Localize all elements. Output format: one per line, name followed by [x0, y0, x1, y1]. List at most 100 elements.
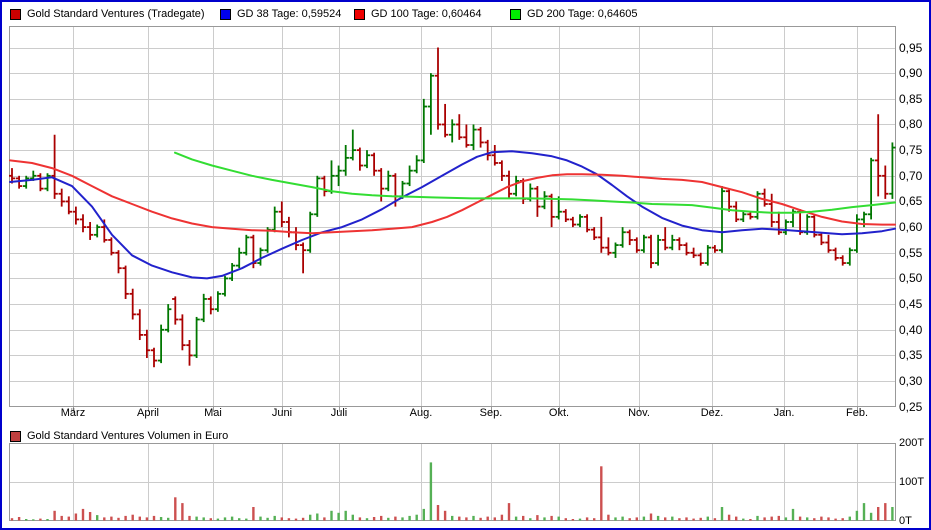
- volume-bar: [770, 516, 773, 521]
- volume-bar: [294, 518, 298, 521]
- volume-bar: [252, 507, 255, 521]
- price-axis-label: 0,55: [899, 245, 923, 260]
- volume-bar: [103, 517, 106, 521]
- volume-bar: [152, 515, 156, 521]
- volume-bar: [138, 516, 141, 521]
- volume-bar: [642, 516, 646, 521]
- volume-bar: [827, 517, 830, 521]
- volume-bar: [600, 466, 603, 521]
- month-axis-label: Feb.: [845, 407, 868, 419]
- volume-bar: [259, 516, 262, 521]
- volume-bar: [813, 518, 816, 521]
- price-axis-label: 0,90: [899, 66, 923, 81]
- volume-bar: [841, 518, 844, 521]
- volume-bar: [614, 517, 617, 521]
- volume-bar: [365, 518, 369, 521]
- month-axis-label: Juni: [271, 407, 293, 419]
- month-axis-label: Okt.: [548, 407, 570, 419]
- volume-bar: [529, 518, 532, 521]
- volume-bar: [25, 519, 28, 521]
- volume-bar: [309, 514, 312, 521]
- month-axis-label: April: [136, 407, 159, 419]
- volume-axis-label: 0T: [899, 514, 912, 527]
- volume-bar: [17, 517, 21, 521]
- volume-bar: [578, 518, 582, 521]
- volume-bar: [571, 519, 575, 521]
- month-axis-label: Nov.: [628, 407, 650, 419]
- volume-bar: [713, 518, 717, 521]
- volume-bar: [635, 517, 638, 521]
- volume-axis-label: 100T: [899, 475, 925, 488]
- volume-bar: [436, 505, 440, 521]
- volume-bar: [756, 515, 759, 521]
- volume-bar: [628, 518, 631, 521]
- volume-bar: [195, 516, 198, 521]
- legend-symbol-label: Gold Standard Ventures (Tradegate): [27, 8, 205, 20]
- price-axis-label: 0,60: [899, 220, 923, 235]
- volume-bar: [401, 517, 404, 521]
- volume-bar: [671, 516, 674, 521]
- volume-bar: [891, 507, 894, 521]
- volume-bar: [472, 515, 475, 521]
- volume-bar: [749, 519, 752, 521]
- price-axis-label: 0,65: [899, 194, 923, 209]
- volume-bar: [202, 517, 205, 521]
- volume-bar: [380, 515, 383, 521]
- volume-bar: [181, 503, 184, 521]
- volume-bar: [174, 497, 177, 521]
- price-axis-label: 0,35: [899, 348, 923, 363]
- volume-bar: [351, 514, 354, 521]
- volume-bar: [209, 518, 212, 521]
- month-axis-label: Jan.: [773, 407, 795, 419]
- volume-bar: [301, 517, 305, 521]
- price-axis-label: 0,95: [899, 40, 923, 55]
- volume-bar: [60, 515, 63, 521]
- volume-bar: [53, 510, 56, 521]
- volume-bar: [39, 518, 42, 521]
- volume-bar: [96, 515, 99, 521]
- volume-bar: [862, 503, 866, 521]
- volume-bar: [330, 510, 333, 521]
- price-axis-label: 0,50: [899, 271, 923, 286]
- volume-bar: [32, 519, 35, 521]
- volume-bar: [273, 515, 276, 521]
- symbol-swatch-icon: [10, 8, 21, 20]
- volume-bar: [763, 517, 766, 521]
- volume-bar: [372, 517, 376, 521]
- volume-bar: [10, 518, 14, 521]
- month-axis-label: Sep.: [479, 407, 503, 419]
- volume-bar: [223, 517, 227, 521]
- price-axis-label: 0,85: [899, 91, 923, 106]
- volume-bar: [685, 517, 688, 521]
- volume-bar: [869, 512, 873, 521]
- volume-bar: [664, 517, 667, 521]
- gd38-swatch-icon: [220, 8, 231, 20]
- volume-bar: [564, 518, 567, 521]
- volume-bar: [798, 516, 802, 521]
- volume-bar: [465, 517, 468, 521]
- volume-bar: [735, 516, 738, 521]
- price-axis-label: 0,45: [899, 297, 923, 312]
- volume-bar: [884, 503, 887, 521]
- price-axis-label: 0,30: [899, 374, 923, 389]
- volume-bar: [117, 517, 120, 521]
- volume-bar: [607, 514, 610, 521]
- volume-bar: [593, 518, 596, 521]
- price-axis-label: 0,75: [899, 143, 923, 158]
- volume-bar: [124, 515, 127, 521]
- volume-chart-plot: [9, 443, 896, 521]
- volume-bar: [848, 516, 851, 521]
- volume-bar: [855, 510, 859, 521]
- volume-legend-item: Gold Standard Ventures Volumen in Euro: [10, 428, 228, 444]
- volume-bar: [500, 514, 504, 521]
- month-axis-label: März: [60, 407, 86, 419]
- volume-bar: [550, 515, 553, 521]
- month-axis-label: Aug.: [409, 407, 433, 419]
- month-axis-label: Mai: [204, 407, 222, 419]
- volume-bar: [877, 507, 880, 521]
- volume-bar: [245, 518, 248, 521]
- legend-item-gd200: GD 200 Tage: 0,64605: [510, 6, 638, 22]
- volume-bar: [131, 514, 134, 521]
- price-chart-plot: [9, 26, 896, 412]
- volume-bar: [188, 515, 191, 521]
